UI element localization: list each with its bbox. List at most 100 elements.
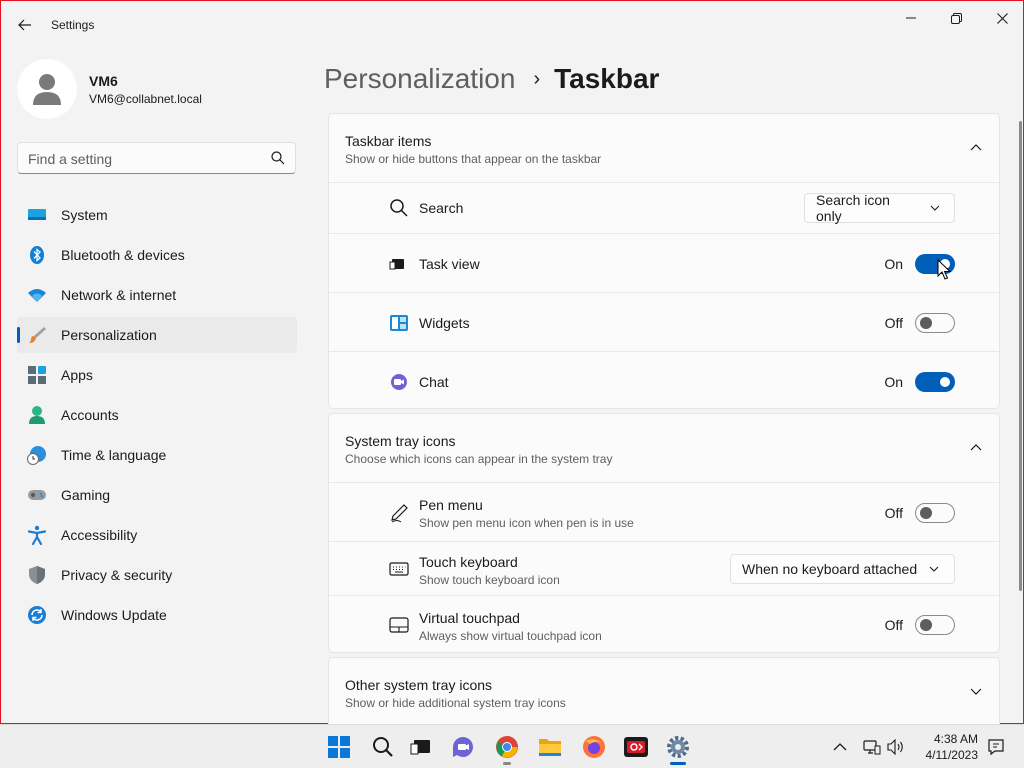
widgets-row: Widgets Off — [329, 292, 999, 351]
sidebar-item-accounts[interactable]: Accounts — [17, 397, 297, 433]
active-app-indicator — [670, 762, 686, 765]
chat-icon — [453, 737, 473, 757]
clock-date: 4/11/2023 — [925, 748, 979, 762]
settings-window: Settings VM6 VM6@collabnet.local System … — [0, 0, 1024, 725]
breadcrumb-parent[interactable]: Personalization — [324, 63, 515, 95]
user-avatar-icon — [33, 74, 61, 105]
chevron-up-icon — [970, 144, 982, 151]
chevron-down-icon — [930, 205, 940, 211]
restore-icon — [950, 12, 962, 24]
sidebar-item-personalization[interactable]: Personalization — [17, 317, 297, 353]
toggle-state-text: Off — [884, 315, 903, 331]
taskbar-settings-button[interactable] — [662, 731, 694, 765]
chat-toggle[interactable] — [915, 372, 955, 392]
taskbar-task-view-button[interactable] — [405, 731, 437, 763]
back-button[interactable] — [11, 11, 39, 39]
shield-icon — [29, 566, 45, 584]
widgets-icon — [390, 315, 408, 331]
find-setting-search[interactable] — [17, 142, 296, 174]
sidebar-item-apps[interactable]: Apps — [17, 357, 297, 393]
apps-icon — [28, 366, 46, 384]
taskbar-search-button[interactable] — [367, 731, 399, 763]
network-monitor-icon — [863, 740, 881, 755]
avatar — [17, 59, 77, 119]
sidebar-item-windows-update[interactable]: Windows Update — [17, 597, 297, 633]
search-icon — [373, 737, 393, 757]
restore-button[interactable] — [933, 5, 979, 31]
close-icon — [996, 12, 1008, 24]
volume-tray-button[interactable] — [886, 737, 906, 757]
touch-keyboard-dropdown[interactable]: When no keyboard attached — [730, 554, 955, 584]
brush-icon — [29, 327, 46, 343]
sidebar-item-privacy-security[interactable]: Privacy & security — [17, 557, 297, 593]
app-title: Settings — [51, 18, 95, 32]
dropdown-value: Search icon only — [816, 192, 890, 224]
sidebar-item-gaming[interactable]: Gaming — [17, 477, 297, 513]
sidebar-item-label: System — [61, 207, 108, 223]
row-label: Touch keyboard — [419, 554, 518, 570]
touchpad-icon — [389, 617, 409, 633]
gamepad-icon — [28, 490, 46, 500]
running-indicator — [503, 762, 511, 765]
dropdown-value: When no keyboard attached — [742, 561, 918, 577]
pen-menu-toggle[interactable] — [915, 503, 955, 523]
chat-row: Chat On — [329, 351, 999, 410]
user-name: VM6 — [89, 73, 118, 89]
row-label: Widgets — [419, 315, 470, 331]
sidebar-item-bluetooth[interactable]: Bluetooth & devices — [17, 237, 297, 273]
sidebar-item-time-language[interactable]: Time & language — [17, 437, 297, 473]
toggle-knob — [940, 377, 950, 387]
mouse-cursor-icon — [937, 259, 951, 280]
taskbar-chat-button[interactable] — [447, 731, 479, 763]
search-mode-dropdown[interactable]: Search icon only — [804, 192, 955, 224]
section-description: Choose which icons can appear in the sys… — [345, 452, 613, 466]
page-title: Taskbar — [554, 63, 660, 94]
show-hidden-icons-button[interactable] — [830, 737, 850, 757]
update-icon — [28, 606, 46, 624]
row-label: Task view — [419, 256, 480, 272]
toggle-state-text: On — [884, 374, 903, 390]
minimize-button[interactable] — [888, 5, 934, 31]
accounts-icon — [29, 406, 45, 424]
search-input[interactable] — [28, 149, 268, 169]
toggle-knob — [920, 317, 932, 329]
scrollbar[interactable] — [1019, 121, 1022, 591]
section-title: System tray icons — [345, 433, 456, 449]
taskbar-screen-recorder-button[interactable] — [620, 731, 652, 763]
system-tray-header[interactable]: System tray icons Choose which icons can… — [329, 414, 999, 482]
section-title: Other system tray icons — [345, 677, 493, 693]
volume-icon — [887, 739, 903, 755]
taskbar-chrome-button[interactable] — [491, 731, 523, 765]
sidebar-item-label: Gaming — [61, 487, 111, 503]
taskbar-firefox-button[interactable] — [578, 731, 610, 763]
screen-recorder-icon — [624, 737, 648, 757]
row-label: Chat — [419, 374, 449, 390]
user-profile[interactable]: VM6 VM6@collabnet.local — [17, 59, 297, 119]
other-tray-section: Other system tray icons Show or hide add… — [328, 657, 1000, 725]
back-arrow-icon — [18, 19, 31, 31]
sidebar-item-label: Accounts — [61, 407, 119, 423]
taskbar-clock[interactable]: 4:38 AM 4/11/2023 — [926, 731, 979, 763]
sidebar-item-system[interactable]: System — [17, 197, 297, 233]
sidebar-item-label: Network & internet — [61, 287, 177, 303]
chevron-down-icon — [929, 566, 939, 572]
start-button[interactable] — [323, 731, 355, 763]
sidebar-item-accessibility[interactable]: Accessibility — [17, 517, 297, 553]
chevron-up-icon — [833, 743, 847, 751]
widgets-toggle[interactable] — [915, 313, 955, 333]
notification-icon — [988, 739, 1004, 756]
sidebar-item-network[interactable]: Network & internet — [17, 277, 297, 313]
sidebar-item-label: Personalization — [61, 327, 157, 343]
taskbar-items-section: Taskbar items Show or hide buttons that … — [328, 113, 1000, 409]
close-button[interactable] — [979, 5, 1024, 31]
task-view-row: Task view On — [329, 233, 999, 292]
other-tray-header[interactable]: Other system tray icons Show or hide add… — [329, 658, 999, 726]
notifications-button[interactable] — [986, 737, 1006, 757]
bluetooth-icon — [30, 246, 44, 264]
taskbar-items-header[interactable]: Taskbar items Show or hide buttons that … — [329, 114, 999, 182]
taskbar-file-explorer-button[interactable] — [534, 731, 566, 763]
row-description: Show pen menu icon when pen is in use — [419, 516, 634, 530]
network-tray-button[interactable] — [862, 737, 882, 757]
virtual-touchpad-toggle[interactable] — [915, 615, 955, 635]
system-tray-section: System tray icons Choose which icons can… — [328, 413, 1000, 653]
